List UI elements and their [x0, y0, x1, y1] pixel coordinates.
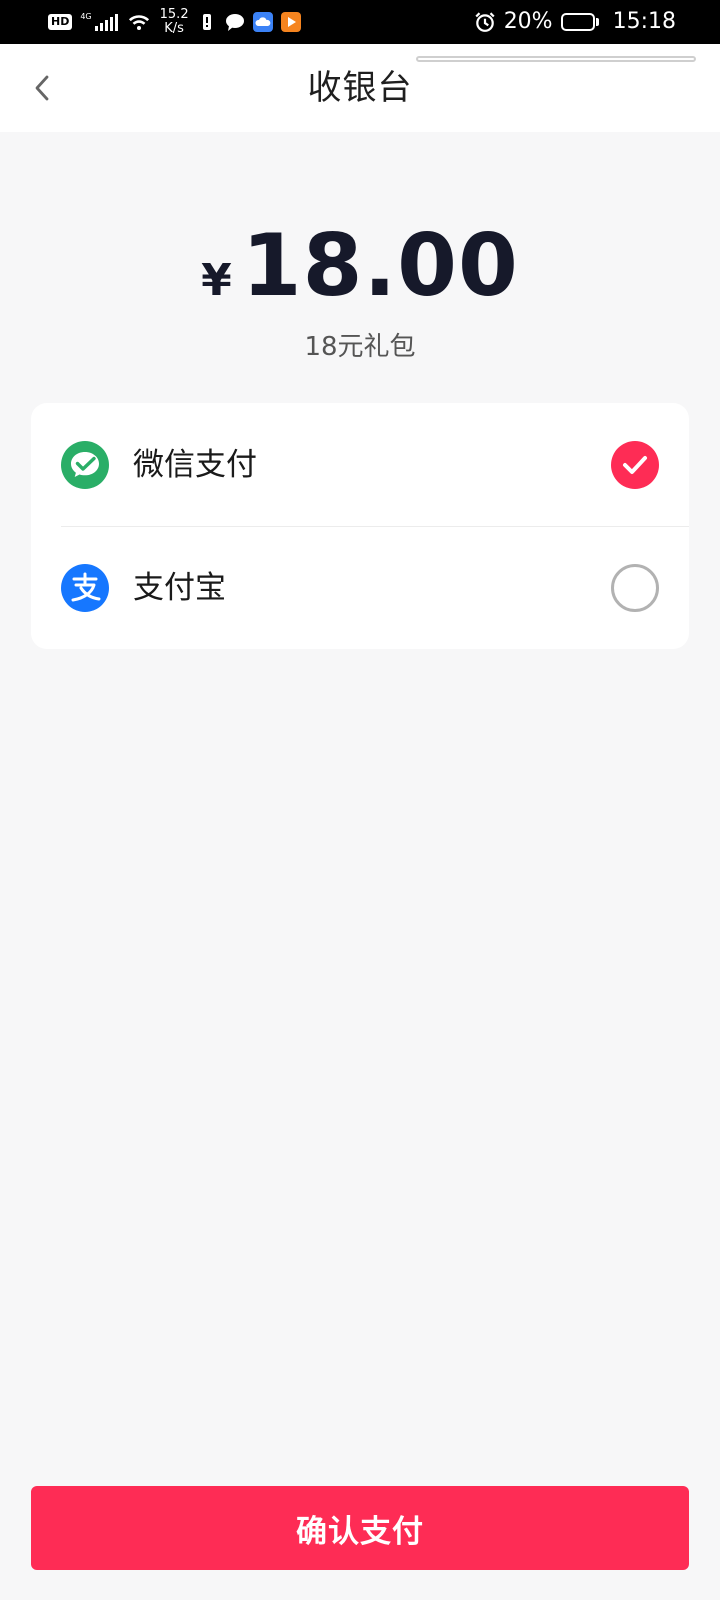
wechat-pay-icon: [61, 440, 109, 489]
network-speed-value: 15.2: [159, 7, 189, 22]
hd-badge: HD: [48, 14, 73, 30]
status-bar: HD 4G 15.2 K/s 20% 15:18: [0, 0, 720, 44]
top-navigation-bar: 收银台: [0, 44, 720, 132]
payment-method-list: 微信支付 支付宝: [31, 403, 689, 649]
selected-radio[interactable]: [611, 440, 659, 489]
video-app-notification-icon: [280, 12, 301, 32]
network-type-label: 4G: [80, 12, 92, 21]
payment-amount: ¥ 18.00: [0, 218, 720, 314]
unselected-radio[interactable]: [611, 563, 659, 612]
clock-time: 15:18: [612, 9, 676, 34]
cashier-screen: HD 4G 15.2 K/s 20% 15:18 收银台 ¥ 18.00 18元…: [0, 0, 720, 1600]
product-name: 18元礼包: [304, 332, 416, 362]
alarm-icon: [475, 12, 495, 32]
cloud-app-notification-icon: [252, 12, 273, 32]
alipay-icon: [61, 563, 109, 612]
message-notification-icon: [225, 14, 244, 31]
status-bar-left: HD 4G 15.2 K/s: [48, 8, 301, 36]
alert-notification-icon: [202, 14, 211, 30]
payment-option-label: 支付宝: [133, 569, 226, 606]
page-title: 收银台: [307, 68, 413, 108]
drag-handle: [416, 56, 696, 62]
amount-value: 18.00: [241, 216, 519, 316]
network-speed-unit: K/s: [164, 21, 184, 36]
payment-option-alipay[interactable]: 支付宝: [31, 526, 689, 649]
payment-option-wechat[interactable]: 微信支付: [31, 403, 689, 526]
network-speed: 15.2 K/s: [160, 8, 189, 36]
currency-symbol: ¥: [201, 255, 232, 306]
wifi-icon: [128, 15, 149, 30]
battery-percent: 20%: [503, 9, 553, 34]
payment-option-label: 微信支付: [133, 446, 257, 483]
cellular-signal-icon: 4G: [80, 12, 118, 31]
confirm-payment-button[interactable]: 确认支付: [31, 1486, 689, 1570]
checkmark-icon: [623, 455, 647, 474]
battery-icon: [560, 13, 599, 31]
status-bar-right: 20% 15:18: [474, 10, 676, 34]
